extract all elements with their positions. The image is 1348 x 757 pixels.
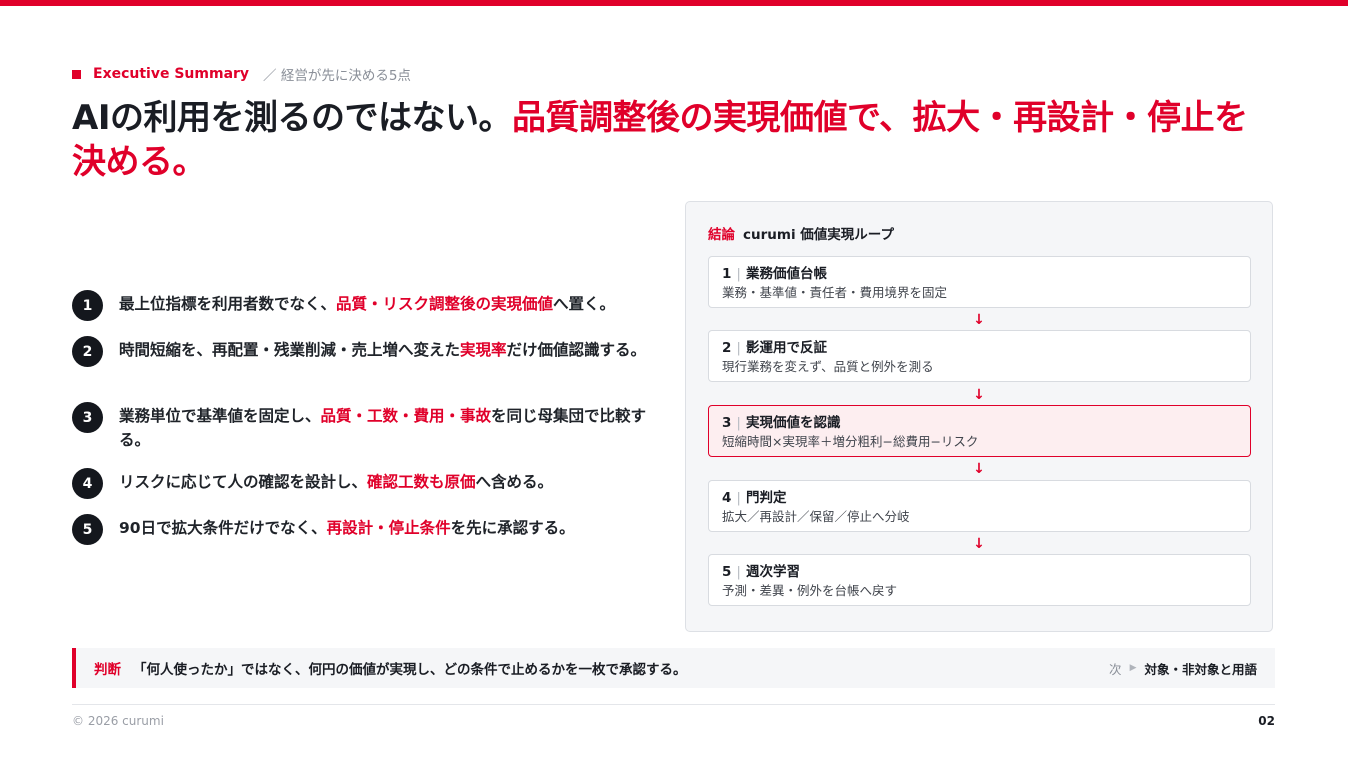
point-text: 90日で拡大条件だけでなく、再設計・停止条件を先に承認する。 bbox=[119, 514, 662, 540]
triangle-right-icon: ▶ bbox=[1129, 663, 1137, 673]
decision-point: 3 業務単位で基準値を固定し、品質・工数・費用・事故を同じ母集団で比較する。 bbox=[72, 402, 662, 468]
arrow-down-icon: ↓ bbox=[973, 536, 985, 552]
loop-step-active: 3 | 実現価値を認識 短縮時間×実現率＋増分粗利−総費用−リスク bbox=[708, 405, 1251, 457]
top-accent-bar bbox=[0, 0, 1348, 6]
step-separator: | bbox=[736, 564, 741, 580]
step-description: 予測・差異・例外を台帳へ戻す bbox=[722, 583, 898, 598]
point-highlight: 品質・リスク調整後の実現価値 bbox=[336, 295, 554, 313]
decision-points: 1 最上位指標を利用者数でなく、品質・リスク調整後の実現価値へ置く。 2 時間短… bbox=[72, 290, 662, 554]
point-text-pre: 90日で拡大条件だけでなく、 bbox=[119, 519, 327, 537]
step-title-line: 2 | 影運用で反証 bbox=[722, 339, 1237, 358]
judgement-label: 判断 bbox=[94, 662, 121, 678]
step-title-line: 3 | 実現価値を認識 bbox=[722, 414, 1237, 433]
arrow-down-icon: ↓ bbox=[973, 312, 985, 328]
footer-divider bbox=[72, 704, 1275, 705]
point-number-badge: 2 bbox=[72, 336, 103, 367]
eyebrow-subtitle: ／ 経営が先に決める5点 bbox=[263, 68, 411, 84]
point-text: 時間短縮を、再配置・残業削減・売上増へ変えた実現率だけ価値認識する。 bbox=[119, 336, 662, 362]
step-number: 4 bbox=[722, 490, 732, 506]
point-text-post: を先に承認する。 bbox=[450, 519, 575, 537]
panel-title: curumi 価値実現ループ bbox=[743, 227, 894, 243]
copyright: © 2026 curumi bbox=[72, 714, 164, 728]
point-text: リスクに応じて人の確認を設計し、確認工数も原価へ含める。 bbox=[119, 468, 662, 494]
step-title-line: 1 | 業務価値台帳 bbox=[722, 265, 1237, 284]
panel-lead: 結論 bbox=[708, 227, 735, 243]
step-number: 1 bbox=[722, 266, 732, 282]
step-description: 現行業務を変えず、品質と例外を測る bbox=[722, 359, 934, 374]
panel-heading: 結論 curumi 価値実現ループ bbox=[708, 223, 894, 243]
step-title: 門判定 bbox=[745, 490, 787, 506]
point-number-badge: 4 bbox=[72, 468, 103, 499]
step-title: 実現価値を認識 bbox=[745, 415, 841, 431]
point-highlight: 確認工数も原価 bbox=[367, 473, 476, 491]
arrow-down-icon: ↓ bbox=[973, 387, 985, 403]
step-number: 2 bbox=[722, 340, 732, 356]
point-number-badge: 5 bbox=[72, 514, 103, 545]
point-text-pre: 時間短縮を、再配置・残業削減・売上増へ変えた bbox=[119, 341, 461, 359]
step-separator: | bbox=[736, 340, 741, 356]
red-square-icon bbox=[72, 69, 81, 79]
point-text-pre: 最上位指標を利用者数でなく、 bbox=[119, 295, 337, 313]
point-text-pre: リスクに応じて人の確認を設計し、 bbox=[119, 473, 368, 491]
eyebrow-tag: Executive Summary bbox=[93, 66, 250, 82]
step-title-line: 4 | 門判定 bbox=[722, 489, 1237, 508]
page-number: 02 bbox=[1258, 714, 1275, 728]
loop-step: 1 | 業務価値台帳 業務・基準値・責任者・費用境界を固定 bbox=[708, 256, 1251, 308]
decision-point: 2 時間短縮を、再配置・残業削減・売上増へ変えた実現率だけ価値認識する。 bbox=[72, 336, 662, 402]
page-title: AIの利用を測るのではない。品質調整後の実現価値で、拡大・再設計・停止を決める。 bbox=[72, 96, 1272, 184]
decision-point: 5 90日で拡大条件だけでなく、再設計・停止条件を先に承認する。 bbox=[72, 514, 662, 554]
point-text: 最上位指標を利用者数でなく、品質・リスク調整後の実現価値へ置く。 bbox=[119, 290, 662, 316]
title-part-1: AIの利用を測るのではない。 bbox=[72, 98, 512, 138]
decision-point: 4 リスクに応じて人の確認を設計し、確認工数も原価へ含める。 bbox=[72, 468, 662, 514]
next-label: 次 bbox=[1109, 661, 1122, 677]
point-text-post: へ含める。 bbox=[475, 473, 554, 491]
judgement-text: 「何人使ったか」ではなく、何円の価値が実現し、どの条件で止めるかを一枚で承認する… bbox=[133, 662, 687, 678]
point-text: 業務単位で基準値を固定し、品質・工数・費用・事故を同じ母集団で比較する。 bbox=[119, 402, 662, 452]
step-title: 週次学習 bbox=[745, 564, 800, 580]
step-separator: | bbox=[736, 415, 741, 431]
step-number: 5 bbox=[722, 564, 732, 580]
loop-step: 5 | 週次学習 予測・差異・例外を台帳へ戻す bbox=[708, 554, 1251, 606]
step-separator: | bbox=[736, 490, 741, 506]
point-text-pre: 業務単位で基準値を固定し、 bbox=[119, 407, 321, 425]
step-separator: | bbox=[736, 266, 741, 282]
point-highlight: 品質・工数・費用・事故 bbox=[320, 407, 492, 425]
point-highlight: 再設計・停止条件 bbox=[326, 519, 451, 537]
loop-step: 2 | 影運用で反証 現行業務を変えず、品質と例外を測る bbox=[708, 330, 1251, 382]
point-number-badge: 1 bbox=[72, 290, 103, 321]
point-text-post: へ置く。 bbox=[553, 295, 616, 313]
point-highlight: 実現率 bbox=[460, 341, 507, 359]
next-slide-link[interactable]: 次 ▶ 対象・非対象と用語 bbox=[1109, 648, 1257, 688]
judgement-bar: 判断 「何人使ったか」ではなく、何円の価値が実現し、どの条件で止めるかを一枚で承… bbox=[72, 648, 1275, 688]
step-title: 影運用で反証 bbox=[745, 340, 827, 356]
eyebrow: Executive Summary ／ 経営が先に決める5点 bbox=[72, 64, 411, 84]
decision-point: 1 最上位指標を利用者数でなく、品質・リスク調整後の実現価値へ置く。 bbox=[72, 290, 662, 336]
arrow-down-icon: ↓ bbox=[973, 461, 985, 477]
loop-step: 4 | 門判定 拡大／再設計／保留／停止へ分岐 bbox=[708, 480, 1251, 532]
next-slide-title: 対象・非対象と用語 bbox=[1144, 661, 1257, 677]
step-description: 業務・基準値・責任者・費用境界を固定 bbox=[722, 285, 948, 300]
step-description: 短縮時間×実現率＋増分粗利−総費用−リスク bbox=[722, 434, 979, 449]
step-description: 拡大／再設計／保留／停止へ分岐 bbox=[722, 509, 910, 524]
step-title-line: 5 | 週次学習 bbox=[722, 563, 1237, 582]
value-loop-panel: 結論 curumi 価値実現ループ 1 | 業務価値台帳 業務・基準値・責任者・費用境… bbox=[685, 201, 1273, 632]
step-number: 3 bbox=[722, 415, 732, 431]
step-title: 業務価値台帳 bbox=[745, 266, 827, 282]
point-text-post: だけ価値認識する。 bbox=[506, 341, 647, 359]
point-number-badge: 3 bbox=[72, 402, 103, 433]
